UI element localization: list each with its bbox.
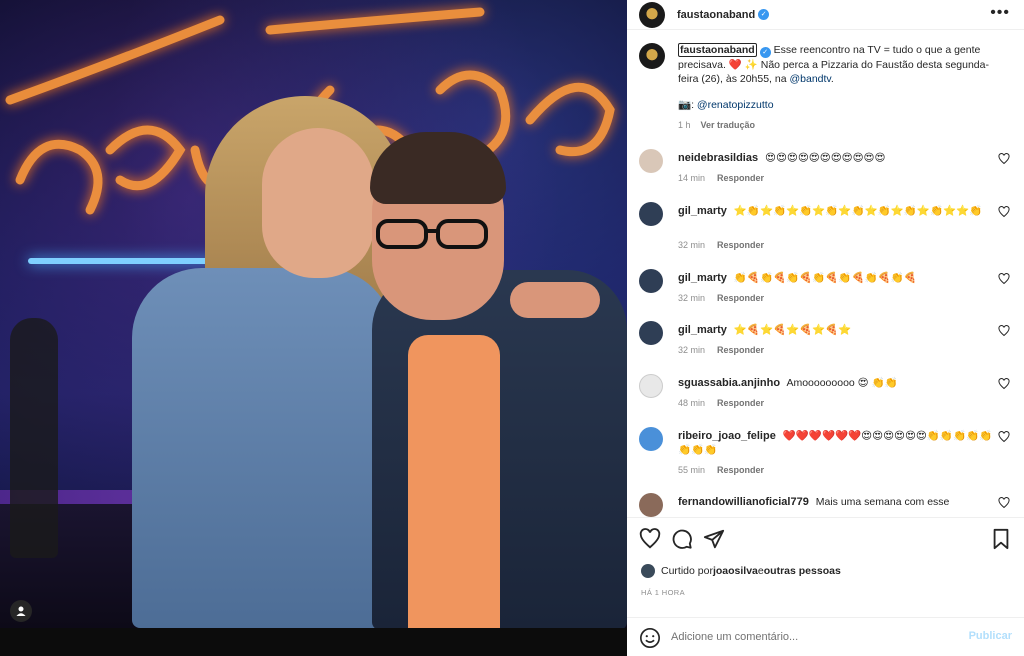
comment-meta: 48 min Responder	[678, 398, 764, 408]
liked-user[interactable]: joaosilva	[713, 565, 758, 577]
commenter-avatar[interactable]	[639, 427, 663, 451]
liked-by-avatar[interactable]	[641, 564, 655, 578]
comment-meta: 14 min Responder	[678, 173, 764, 183]
like-comment-icon[interactable]	[998, 206, 1010, 218]
comment-time[interactable]: 55 min	[678, 465, 705, 475]
like-comment-icon[interactable]	[998, 153, 1010, 165]
caption-text: faustaonaband ✓ Esse reencontro na TV = t…	[678, 43, 1008, 132]
comment-username[interactable]: fernandowillianoficial779	[678, 496, 809, 508]
comment-text: 👏🍕👏🍕👏🍕👏🍕👏🍕👏🍕👏🍕	[733, 272, 917, 284]
translate-link[interactable]: Ver tradução	[701, 120, 756, 130]
post-header: faustaonaband ✓ •••	[627, 0, 1024, 30]
publish-button[interactable]: Publicar	[969, 630, 1012, 642]
comment-text: ⭐🍕⭐🍕⭐🍕⭐🍕⭐	[733, 324, 852, 336]
comment-bubble-icon[interactable]	[671, 528, 693, 550]
reply-button[interactable]: Responder	[717, 173, 764, 183]
comment-time[interactable]: 14 min	[678, 173, 705, 183]
author-username[interactable]: faustaonaband	[677, 9, 755, 21]
reply-button[interactable]: Responder	[717, 345, 764, 355]
commenter-avatar[interactable]	[639, 202, 663, 226]
arm-on-shoulder	[510, 282, 600, 318]
like-comment-icon[interactable]	[998, 431, 1010, 443]
liked-prefix: Curtido por	[661, 565, 713, 577]
woman-denim-jacket	[132, 268, 394, 628]
comment-body: ribeiro_joao_felipe ❤️❤️❤️❤️❤️❤️😍😍😍😍😍😍👏👏…	[678, 429, 993, 457]
glasses	[376, 219, 488, 249]
post-timestamp[interactable]: HÁ 1 HORA	[641, 588, 685, 597]
comment-meta: 32 min Responder	[678, 240, 764, 250]
like-heart-icon[interactable]	[639, 528, 661, 550]
emoji-icon[interactable]	[639, 627, 661, 649]
comment-text: 😍😍😍😍😍😍😍😍😍😍😍	[765, 152, 886, 164]
camera-icon: 📷:	[678, 99, 697, 111]
like-comment-icon[interactable]	[998, 273, 1010, 285]
more-options-icon[interactable]: •••	[990, 4, 1010, 22]
comment-meta: 32 min Responder	[678, 345, 764, 355]
comment-body: gil_marty 👏🍕👏🍕👏🍕👏🍕👏🍕👏🍕👏🍕	[678, 271, 993, 285]
comment-username[interactable]: sguassabia.anjinho	[678, 377, 780, 389]
share-paper-plane-icon[interactable]	[703, 528, 725, 550]
comments-list[interactable]: faustaonaband ✓ Esse reencontro na TV = t…	[627, 31, 1024, 517]
comment-body: fernandowillianoficial779 Mais uma seman…	[678, 495, 993, 509]
photo-credit-link[interactable]: @renatopizzutto	[697, 99, 774, 111]
comment-username[interactable]: gil_marty	[678, 205, 727, 217]
tagged-users-icon[interactable]	[10, 600, 32, 622]
woman-face	[262, 128, 374, 278]
comment-text: Amooooooooo 😍 👏👏	[786, 377, 898, 389]
reply-button[interactable]: Responder	[717, 293, 764, 303]
verified-badge-icon: ✓	[759, 47, 771, 58]
comment-body: sguassabia.anjinho Amooooooooo 😍 👏👏	[678, 376, 993, 390]
photo-bottom-strip	[0, 628, 627, 656]
verified-badge-icon: ✓	[758, 9, 770, 20]
comment-time[interactable]: 32 min	[678, 345, 705, 355]
comment-time[interactable]: 32 min	[678, 240, 705, 250]
reply-button[interactable]: Responder	[717, 398, 764, 408]
like-comment-icon[interactable]	[998, 378, 1010, 390]
comment-time[interactable]: 48 min	[678, 398, 705, 408]
post-actions: Curtido por joaosilva e outras pessoas H…	[627, 517, 1024, 617]
add-comment-bar: Publicar	[627, 617, 1024, 656]
comment-username[interactable]: gil_marty	[678, 272, 727, 284]
comment-meta: 55 min Responder	[678, 465, 764, 475]
commenter-avatar[interactable]	[639, 374, 663, 398]
like-comment-icon[interactable]	[998, 497, 1010, 509]
comment-body: neidebrasildias 😍😍😍😍😍😍😍😍😍😍😍	[678, 151, 993, 165]
comment-text: Mais uma semana com esse	[815, 496, 950, 508]
liked-others[interactable]: outras pessoas	[764, 565, 841, 577]
comment-username[interactable]: neidebrasildias	[678, 152, 758, 164]
author-avatar[interactable]	[639, 1, 665, 28]
comment-input[interactable]	[671, 626, 951, 648]
comment-body: gil_marty ⭐👏⭐👏⭐👏⭐👏⭐👏⭐👏⭐👏⭐👏⭐⭐👏	[678, 204, 993, 218]
mention-link[interactable]: @bandtv	[790, 73, 831, 85]
caption-time[interactable]: 1 h	[678, 120, 691, 130]
comment-body: gil_marty ⭐🍕⭐🍕⭐🍕⭐🍕⭐	[678, 323, 993, 337]
commenter-avatar[interactable]	[639, 149, 663, 173]
caption-meta: 1 h Ver tradução	[678, 118, 1008, 132]
commenter-avatar[interactable]	[639, 321, 663, 345]
liked-by: Curtido por joaosilva e outras pessoas	[641, 564, 841, 578]
post-photo[interactable]	[0, 0, 627, 656]
man-orange-shirt	[408, 335, 500, 628]
caption-end: .	[830, 73, 834, 85]
comment-meta: 32 min Responder	[678, 293, 764, 303]
comment-time[interactable]: 32 min	[678, 293, 705, 303]
commenter-avatar[interactable]	[639, 493, 663, 517]
like-comment-icon[interactable]	[998, 325, 1010, 337]
comment-username[interactable]: ribeiro_joao_felipe	[678, 430, 776, 442]
commenter-avatar[interactable]	[639, 269, 663, 293]
stage-light-bar	[28, 258, 228, 264]
background-person	[10, 318, 58, 558]
post-details-panel: faustaonaband ✓ ••• faustaonaband ✓ Esse …	[627, 0, 1024, 656]
save-bookmark-icon[interactable]	[990, 528, 1012, 550]
comment-username[interactable]: gil_marty	[678, 324, 727, 336]
comment-text: ⭐👏⭐👏⭐👏⭐👏⭐👏⭐👏⭐👏⭐👏⭐⭐👏	[733, 205, 983, 217]
caption-author-avatar[interactable]	[639, 43, 665, 69]
reply-button[interactable]: Responder	[717, 240, 764, 250]
reply-button[interactable]: Responder	[717, 465, 764, 475]
caption-author-username[interactable]: faustaonaband	[678, 43, 757, 57]
